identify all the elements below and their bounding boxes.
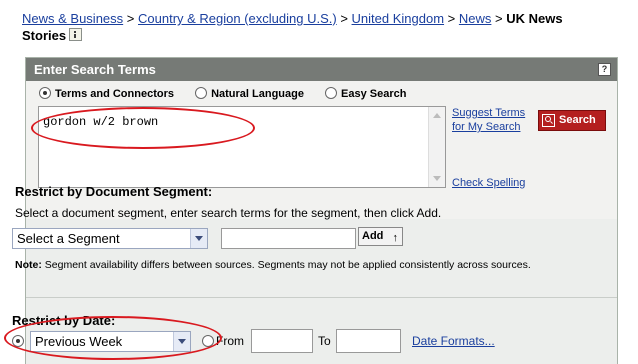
to-date-input[interactable] bbox=[336, 329, 401, 353]
suggest-terms-link[interactable]: Suggest Terms for My Search bbox=[452, 106, 532, 134]
breadcrumb-separator: > bbox=[447, 11, 456, 26]
add-button-label: Add bbox=[362, 230, 384, 242]
scroll-up-icon[interactable] bbox=[433, 113, 441, 118]
search-icon bbox=[542, 114, 555, 127]
breadcrumb: News & Business > Country & Region (excl… bbox=[22, 10, 622, 44]
breadcrumb-link-country-region[interactable]: Country & Region (excluding U.S.) bbox=[138, 11, 337, 26]
add-segment-button[interactable]: Add ↑ bbox=[358, 227, 403, 246]
from-date-input[interactable] bbox=[251, 329, 313, 353]
date-restrict-title: Restrict by Date: bbox=[12, 313, 116, 328]
note-text: Segment availability differs between sou… bbox=[41, 259, 531, 271]
from-label: From bbox=[216, 334, 244, 348]
breadcrumb-separator: > bbox=[340, 11, 348, 26]
search-mode-radio-group: Terms and Connectors Natural Language Ea… bbox=[39, 87, 424, 100]
info-icon[interactable] bbox=[69, 28, 83, 41]
date-preset-radio[interactable] bbox=[12, 335, 24, 347]
radio-icon[interactable] bbox=[325, 87, 338, 99]
to-label: To bbox=[318, 334, 331, 348]
segment-title: Restrict by Document Segment: bbox=[15, 184, 213, 199]
section-divider bbox=[26, 297, 617, 298]
segment-description: Select a document segment, enter search … bbox=[15, 206, 442, 220]
date-preset-value: Previous Week bbox=[35, 334, 123, 349]
search-button-label: Search bbox=[559, 114, 596, 126]
segment-terms-input[interactable] bbox=[221, 228, 356, 249]
textarea-scrollbar[interactable] bbox=[428, 107, 445, 187]
note-label: Note: bbox=[15, 259, 42, 271]
search-terms-textarea[interactable]: gordon w/2 brown bbox=[38, 106, 446, 188]
date-formats-link[interactable]: Date Formats... bbox=[412, 334, 495, 348]
breadcrumb-separator: > bbox=[495, 11, 503, 26]
chevron-down-icon[interactable] bbox=[173, 332, 190, 351]
breadcrumb-link-united-kingdom[interactable]: United Kingdom bbox=[352, 11, 445, 26]
breadcrumb-link-news[interactable]: News bbox=[459, 11, 492, 26]
breadcrumb-link-news-business[interactable]: News & Business bbox=[22, 11, 123, 26]
breadcrumb-current: UK News bbox=[506, 11, 563, 26]
arrow-up-icon: ↑ bbox=[392, 232, 399, 244]
date-preset-select[interactable]: Previous Week bbox=[30, 331, 191, 352]
check-spelling-link[interactable]: Check Spelling bbox=[452, 177, 525, 189]
radio-easy-search[interactable]: Easy Search bbox=[325, 87, 406, 100]
segment-select-value: Select a Segment bbox=[17, 231, 120, 246]
breadcrumb-current-line2: Stories bbox=[22, 28, 67, 43]
breadcrumb-separator: > bbox=[126, 11, 135, 26]
chevron-down-icon[interactable] bbox=[190, 229, 207, 248]
panel-header: Enter Search Terms ? bbox=[26, 58, 617, 81]
segment-select[interactable]: Select a Segment bbox=[12, 228, 208, 249]
help-icon[interactable]: ? bbox=[598, 63, 611, 76]
segment-note: Note: Segment availability differs betwe… bbox=[15, 259, 560, 272]
search-button[interactable]: Search bbox=[538, 110, 606, 131]
radio-selected-icon[interactable] bbox=[39, 87, 51, 99]
date-range-radio[interactable] bbox=[202, 335, 214, 347]
radio-icon[interactable] bbox=[195, 87, 208, 99]
radio-terms-and-connectors[interactable]: Terms and Connectors bbox=[39, 87, 174, 100]
panel-title: Enter Search Terms bbox=[34, 62, 156, 77]
scroll-down-icon[interactable] bbox=[433, 176, 441, 181]
radio-natural-language[interactable]: Natural Language bbox=[195, 87, 304, 100]
search-terms-value: gordon w/2 brown bbox=[43, 115, 159, 129]
